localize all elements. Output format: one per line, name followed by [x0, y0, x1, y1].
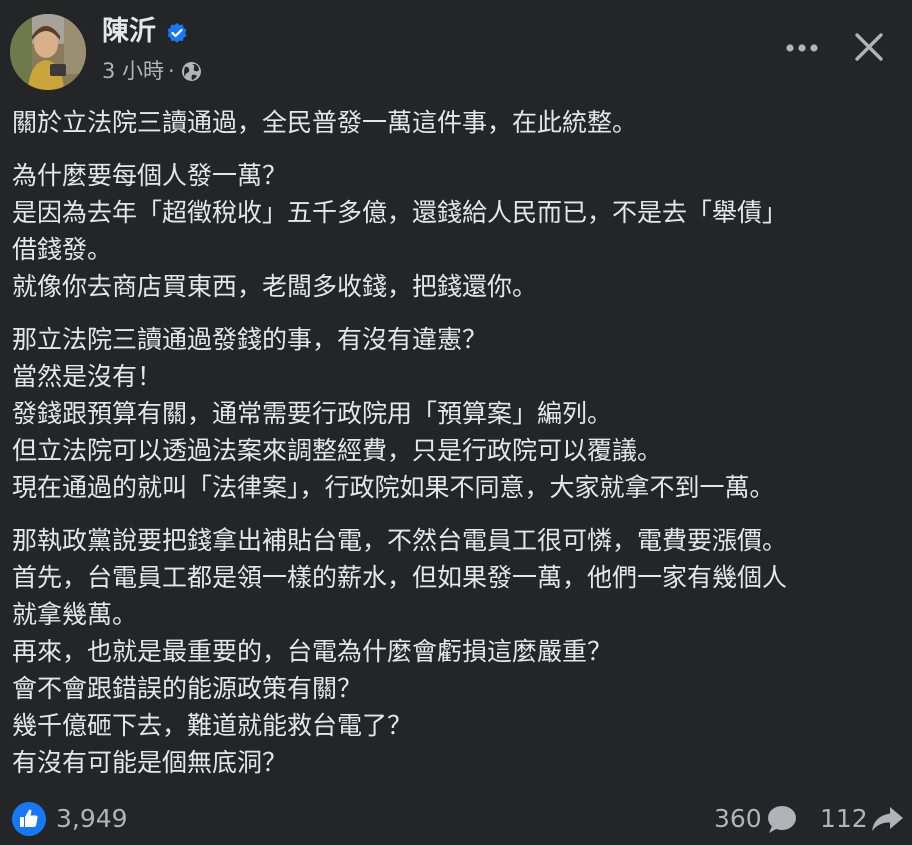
reactions-bar: 3,949 360 112	[0, 796, 912, 842]
post-body: 關於立法院三讀通過，全民普發一萬這件事，在此統整。 為什麼要每個人發一萬？ 是因…	[12, 104, 902, 797]
like-count[interactable]: 3,949	[56, 802, 128, 836]
post-header: 陳沂 3 小時 ·	[0, 0, 912, 100]
post-text-line: 關於立法院三讀通過，全民普發一萬這件事，在此統整。	[12, 108, 638, 137]
post-text-line: 那立法院三讀通過發錢的事，有沒有違憲？	[12, 325, 488, 354]
post-text-line: 是因為去年「超徵稅收」五千多億，還錢給人民而已，不是去「舉債」	[12, 198, 788, 227]
post-paragraph: 關於立法院三讀通過，全民普發一萬這件事，在此統整。	[12, 104, 902, 141]
avatar-image	[10, 14, 86, 90]
post-text-line: 發錢跟預算有關，通常需要行政院用「預算案」編列。	[12, 399, 613, 428]
avatar[interactable]	[10, 14, 86, 90]
post-paragraph: 那執政黨說要把錢拿出補貼台電，不然台電員工很可憐，電費要漲價。 首先，台電員工都…	[12, 522, 902, 781]
post-text-line: 現在通過的就叫「法律案」，行政院如果不同意，大家就拿不到一萬。	[12, 473, 775, 502]
comment-count[interactable]: 360	[714, 802, 762, 836]
post-text-line: 就拿幾萬。	[12, 600, 138, 629]
post-text-line: 那執政黨說要把錢拿出補貼台電，不然台電員工很可憐，電費要漲價。	[12, 526, 788, 555]
share-count[interactable]: 112	[820, 802, 868, 836]
verified-badge-icon	[167, 23, 187, 43]
author-name[interactable]: 陳沂	[102, 14, 156, 50]
post-meta: 3 小時 ·	[102, 56, 202, 86]
post-time[interactable]: 3 小時	[102, 56, 164, 86]
more-options-icon[interactable]	[780, 30, 824, 66]
post-text-line: 有沒有可能是個無底洞？	[12, 748, 288, 777]
post-text-line: 就像你去商店買東西，老闆多收錢，把錢還你。	[12, 272, 538, 301]
post-paragraph: 那立法院三讀通過發錢的事，有沒有違憲？ 當然是沒有！ 發錢跟預算有關，通常需要行…	[12, 321, 902, 506]
post-text-line: 但立法院可以透過法案來調整經費，只是行政院可以覆議。	[12, 436, 663, 465]
globe-icon[interactable]	[181, 61, 202, 82]
close-icon[interactable]	[848, 26, 890, 68]
post-text-line: 幾千億砸下去，難道就能救台電了？	[12, 711, 413, 740]
post-text-line: 再來，也就是最重要的，台電為什麼會虧損這麼嚴重？	[12, 637, 613, 666]
post-text-line: 會不會跟錯誤的能源政策有關？	[12, 674, 363, 703]
meta-separator: ·	[168, 59, 175, 83]
share-arrow-icon[interactable]	[870, 804, 904, 834]
post-text-line: 首先，台電員工都是領一樣的薪水，但如果發一萬，他們一家有幾個人	[12, 563, 788, 592]
comment-bubble-icon[interactable]	[766, 804, 798, 834]
post-paragraph: 為什麼要每個人發一萬？ 是因為去年「超徵稅收」五千多億，還錢給人民而已，不是去「…	[12, 157, 902, 305]
post-text-line: 當然是沒有！	[12, 362, 163, 391]
post-text-line: 借錢發。	[12, 235, 113, 264]
post-text-line: 為什麼要每個人發一萬？	[12, 161, 288, 190]
like-thumb-icon[interactable]	[12, 802, 46, 836]
